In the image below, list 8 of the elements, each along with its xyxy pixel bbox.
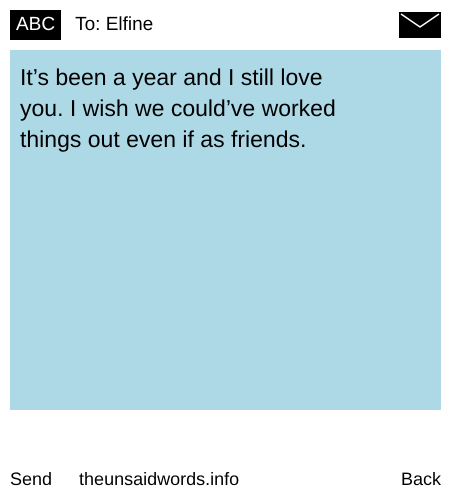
message-text: It’s been a year and I still love you. I wish we could’ve worked things out even if as friends. xyxy=(20,63,337,154)
site-address: theunsaidwords.info xyxy=(79,468,240,490)
back-button[interactable]: Back xyxy=(400,468,441,490)
recipient-label: To: Elfine xyxy=(75,14,154,36)
input-mode-label: ABC xyxy=(10,10,62,40)
send-button[interactable]: Send xyxy=(10,468,52,490)
envelope-icon xyxy=(399,12,441,38)
message-area[interactable]: It’s been a year and I still love you. I wish we could’ve worked things out even if as friends. xyxy=(10,50,441,410)
